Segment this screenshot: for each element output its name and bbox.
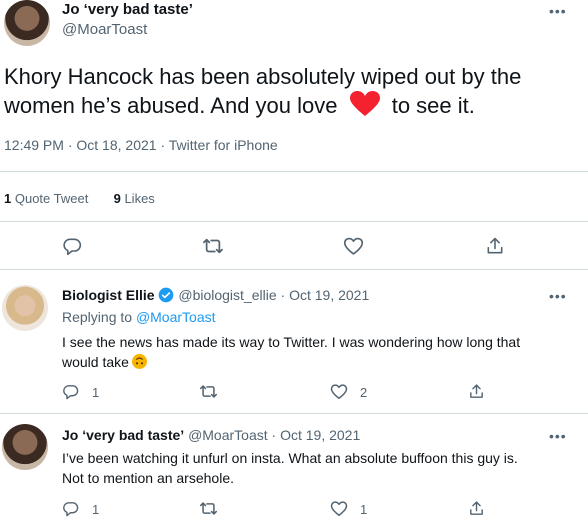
meta-separator: · — [267, 427, 281, 443]
retweet-icon[interactable] — [199, 500, 218, 517]
tweet-client[interactable]: Twitter for iPhone — [169, 137, 278, 153]
share-icon[interactable] — [485, 235, 505, 257]
reply-text: I see the news has made its way to Twitt… — [62, 332, 582, 372]
meta-separator: · — [63, 137, 77, 153]
verified-badge-icon — [158, 287, 174, 303]
replying-to-link[interactable]: @MoarToast — [136, 309, 216, 325]
reply-text: I’ve been watching it unfurl on insta. W… — [62, 448, 582, 488]
like-icon[interactable] — [343, 236, 364, 256]
share-icon[interactable] — [468, 499, 485, 518]
red-heart-icon — [349, 91, 380, 117]
more-options-icon[interactable]: ••• — [549, 4, 567, 18]
quote-tweet-stat[interactable]: 1 Quote Tweet — [4, 191, 88, 206]
reply-text-line: I see the news has made its way to Twitt… — [62, 334, 521, 350]
replying-to: Replying to @MoarToast — [62, 309, 216, 325]
retweet-icon[interactable] — [199, 383, 218, 400]
author-name[interactable]: Jo ‘very bad taste’ — [62, 2, 193, 18]
share-icon[interactable] — [468, 382, 485, 401]
likes-label: Likes — [124, 191, 155, 206]
reply-count: 1 — [92, 502, 100, 517]
reply-text-line: Not to mention an arsehole. — [62, 470, 234, 486]
tweet-date[interactable]: Oct 18, 2021 — [76, 137, 156, 153]
author-handle[interactable]: @MoarToast — [188, 427, 268, 443]
quote-label: Quote Tweet — [14, 191, 89, 206]
more-options-icon[interactable]: ••• — [549, 429, 567, 443]
reply-text-line: would take — [62, 354, 129, 370]
tweet-metadata: 12:49 PM · Oct 18, 2021 · Twitter for iP… — [4, 137, 278, 153]
reply-icon[interactable] — [62, 236, 82, 256]
reply-header: Jo ‘very bad taste’ @MoarToast · Oct 19,… — [62, 427, 360, 443]
quote-count: 1 — [4, 191, 12, 206]
divider — [0, 413, 588, 414]
author-handle[interactable]: @MoarToast — [62, 22, 147, 38]
divider — [0, 269, 588, 270]
upside-down-face-icon — [131, 354, 147, 369]
reply-date[interactable]: Oct 19, 2021 — [289, 287, 369, 303]
author-avatar[interactable] — [2, 285, 48, 331]
tweet-text: Khory Hancock has been absolutely wiped … — [4, 62, 584, 120]
like-icon[interactable] — [330, 383, 348, 400]
tweet-time[interactable]: 12:49 PM — [4, 137, 64, 153]
retweet-icon[interactable] — [202, 236, 224, 256]
like-icon[interactable] — [330, 500, 348, 517]
author-name[interactable]: Biologist Ellie — [62, 287, 155, 303]
author-name[interactable]: Jo ‘very bad taste’ — [62, 427, 184, 443]
meta-separator: · — [276, 287, 290, 303]
author-avatar[interactable] — [4, 0, 50, 46]
tweet-text-part-2: to see it. — [385, 93, 475, 118]
replying-to-prefix: Replying to — [62, 309, 136, 325]
author-avatar[interactable] — [2, 424, 48, 470]
meta-separator: · — [156, 137, 169, 153]
like-count: 9 — [113, 191, 121, 206]
reply-header: Biologist Ellie @biologist_ellie · Oct 1… — [62, 287, 369, 303]
reply-count: 1 — [92, 385, 100, 400]
like-count: 1 — [360, 502, 368, 517]
divider — [0, 171, 588, 172]
likes-stat[interactable]: 9 Likes — [114, 191, 155, 206]
reply-date[interactable]: Oct 19, 2021 — [280, 427, 360, 443]
author-handle[interactable]: @biologist_ellie — [178, 287, 276, 303]
reply-text-line: I’ve been watching it unfurl on insta. W… — [62, 450, 518, 466]
reply-icon[interactable] — [62, 383, 79, 400]
reply-icon[interactable] — [62, 500, 79, 517]
more-options-icon[interactable]: ••• — [549, 289, 567, 303]
like-count: 2 — [360, 385, 368, 400]
engagement-stats: 1 Quote Tweet 9 Likes — [4, 191, 155, 206]
divider — [0, 221, 588, 222]
